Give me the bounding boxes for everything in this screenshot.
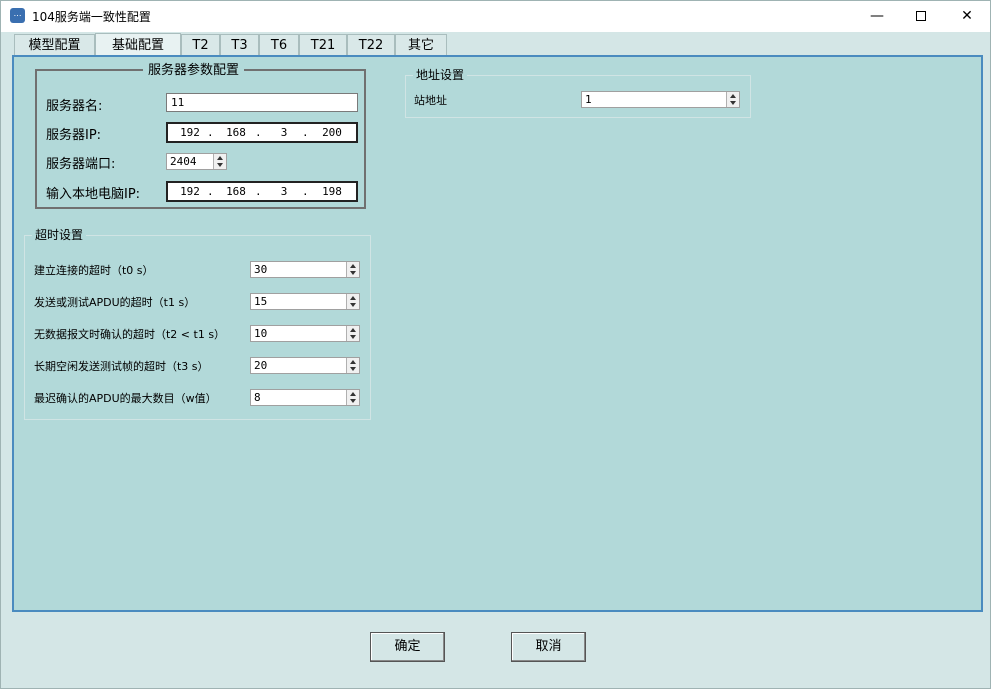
- ip-dot: .: [255, 185, 262, 198]
- timeout-label-t2: 无数据报文时确认的超时（t2 < t1 s）: [34, 328, 226, 341]
- timeout-w-spinner[interactable]: 8: [250, 389, 360, 406]
- cancel-button[interactable]: 取消: [511, 632, 586, 662]
- timeout-t1-spinner[interactable]: 15: [250, 293, 360, 310]
- ip-dot: .: [302, 126, 309, 139]
- server-name-label: 服务器名:: [46, 99, 103, 114]
- local-ip-label: 输入本地电脑IP:: [46, 187, 141, 202]
- app-icon: ⋯: [10, 8, 25, 23]
- timeout-t2-spinner[interactable]: 10: [250, 325, 360, 342]
- ip-octet: 192: [180, 185, 200, 198]
- spinner-buttons[interactable]: [346, 326, 359, 341]
- timeout-t3-spinner[interactable]: 20: [250, 357, 360, 374]
- ip-dot: .: [207, 185, 214, 198]
- spin-up-icon[interactable]: [217, 156, 223, 160]
- spin-up-icon[interactable]: [350, 392, 356, 396]
- spin-down-icon[interactable]: [730, 101, 736, 105]
- timeout-t1-value: 15: [254, 295, 268, 308]
- tab-t3[interactable]: T3: [220, 34, 259, 56]
- server-name-input[interactable]: 11: [166, 93, 358, 112]
- spin-up-icon[interactable]: [730, 94, 736, 98]
- spin-down-icon[interactable]: [350, 303, 356, 307]
- spin-up-icon[interactable]: [350, 264, 356, 268]
- spinner-buttons[interactable]: [346, 262, 359, 277]
- tab-basic-config[interactable]: 基础配置: [95, 33, 181, 56]
- tab-other[interactable]: 其它: [395, 34, 447, 56]
- tab-t22[interactable]: T22: [347, 34, 395, 56]
- station-address-label: 站地址: [414, 94, 447, 107]
- spin-down-icon[interactable]: [350, 399, 356, 403]
- timeout-label-t1: 发送或测试APDU的超时（t1 s）: [34, 296, 196, 309]
- timeout-label-t0: 建立连接的超时（t0 s）: [34, 264, 154, 277]
- ip-octet: 3: [280, 126, 288, 139]
- timeout-t0-spinner[interactable]: 30: [250, 261, 360, 278]
- timeout-settings-group: 超时设置 建立连接的超时（t0 s） 30 发送或测试APDU的超时（t1 s）…: [24, 226, 371, 420]
- timeout-t0-value: 30: [254, 263, 268, 276]
- spin-down-icon[interactable]: [350, 271, 356, 275]
- spin-down-icon[interactable]: [350, 367, 356, 371]
- ip-dot: .: [302, 185, 309, 198]
- ok-button[interactable]: 确定: [370, 632, 445, 662]
- address-settings-group: 地址设置 站地址 1: [405, 66, 751, 118]
- tab-t6[interactable]: T6: [259, 34, 299, 56]
- spinner-buttons[interactable]: [213, 154, 226, 169]
- tab-t2[interactable]: T2: [181, 34, 220, 56]
- maximize-button[interactable]: [898, 1, 944, 32]
- spin-up-icon[interactable]: [350, 328, 356, 332]
- spin-down-icon[interactable]: [350, 335, 356, 339]
- timeout-settings-title: 超时设置: [32, 226, 87, 243]
- window-title: 104服务端一致性配置: [32, 10, 151, 24]
- dialog-window: ⋯ 104服务端一致性配置 — ✕ 模型配置 基础配置 T2 T3 T6 T21…: [0, 0, 991, 689]
- server-port-label: 服务器端口:: [46, 157, 116, 172]
- station-address-spinner[interactable]: 1: [581, 91, 740, 108]
- ip-octet: 168: [226, 126, 246, 139]
- spinner-buttons[interactable]: [346, 294, 359, 309]
- ip-octet: 168: [226, 185, 246, 198]
- ip-dot: .: [255, 126, 262, 139]
- server-ip-input[interactable]: 192 . 168 . 3 . 200: [166, 122, 358, 143]
- tab-t21[interactable]: T21: [299, 34, 347, 56]
- minimize-button[interactable]: —: [854, 1, 900, 32]
- close-button[interactable]: ✕: [944, 1, 990, 32]
- ip-octet: 192: [180, 126, 200, 139]
- server-ip-label: 服务器IP:: [46, 128, 102, 143]
- ip-dot: .: [207, 126, 214, 139]
- server-port-value: 2404: [170, 155, 197, 168]
- server-params-title: 服务器参数配置: [143, 59, 245, 78]
- timeout-label-w: 最迟确认的APDU的最大数目（w值）: [34, 392, 217, 405]
- ip-octet: 3: [280, 185, 288, 198]
- timeout-w-value: 8: [254, 391, 261, 404]
- address-settings-title: 地址设置: [413, 66, 468, 83]
- timeout-t3-value: 20: [254, 359, 268, 372]
- spinner-buttons[interactable]: [726, 92, 739, 107]
- title-bar[interactable]: ⋯ 104服务端一致性配置 — ✕: [1, 1, 990, 32]
- local-ip-input[interactable]: 192 . 168 . 3 . 198: [166, 181, 358, 202]
- timeout-label-t3: 长期空闲发送测试帧的超时（t3 s）: [34, 360, 209, 373]
- spinner-buttons[interactable]: [346, 390, 359, 405]
- spinner-buttons[interactable]: [346, 358, 359, 373]
- station-address-value: 1: [585, 93, 592, 106]
- timeout-t2-value: 10: [254, 327, 268, 340]
- server-port-spinner[interactable]: 2404: [166, 153, 227, 170]
- spin-up-icon[interactable]: [350, 360, 356, 364]
- ip-octet: 200: [322, 126, 342, 139]
- ip-octet: 198: [322, 185, 342, 198]
- maximize-icon: [916, 11, 926, 21]
- server-params-group: 服务器参数配置 服务器名: 11 服务器IP: 192 . 168 . 3 . …: [35, 59, 366, 209]
- spin-down-icon[interactable]: [217, 163, 223, 167]
- tab-model-config[interactable]: 模型配置: [14, 34, 95, 56]
- spin-up-icon[interactable]: [350, 296, 356, 300]
- tab-panel-basic-config: 服务器参数配置 服务器名: 11 服务器IP: 192 . 168 . 3 . …: [12, 55, 983, 612]
